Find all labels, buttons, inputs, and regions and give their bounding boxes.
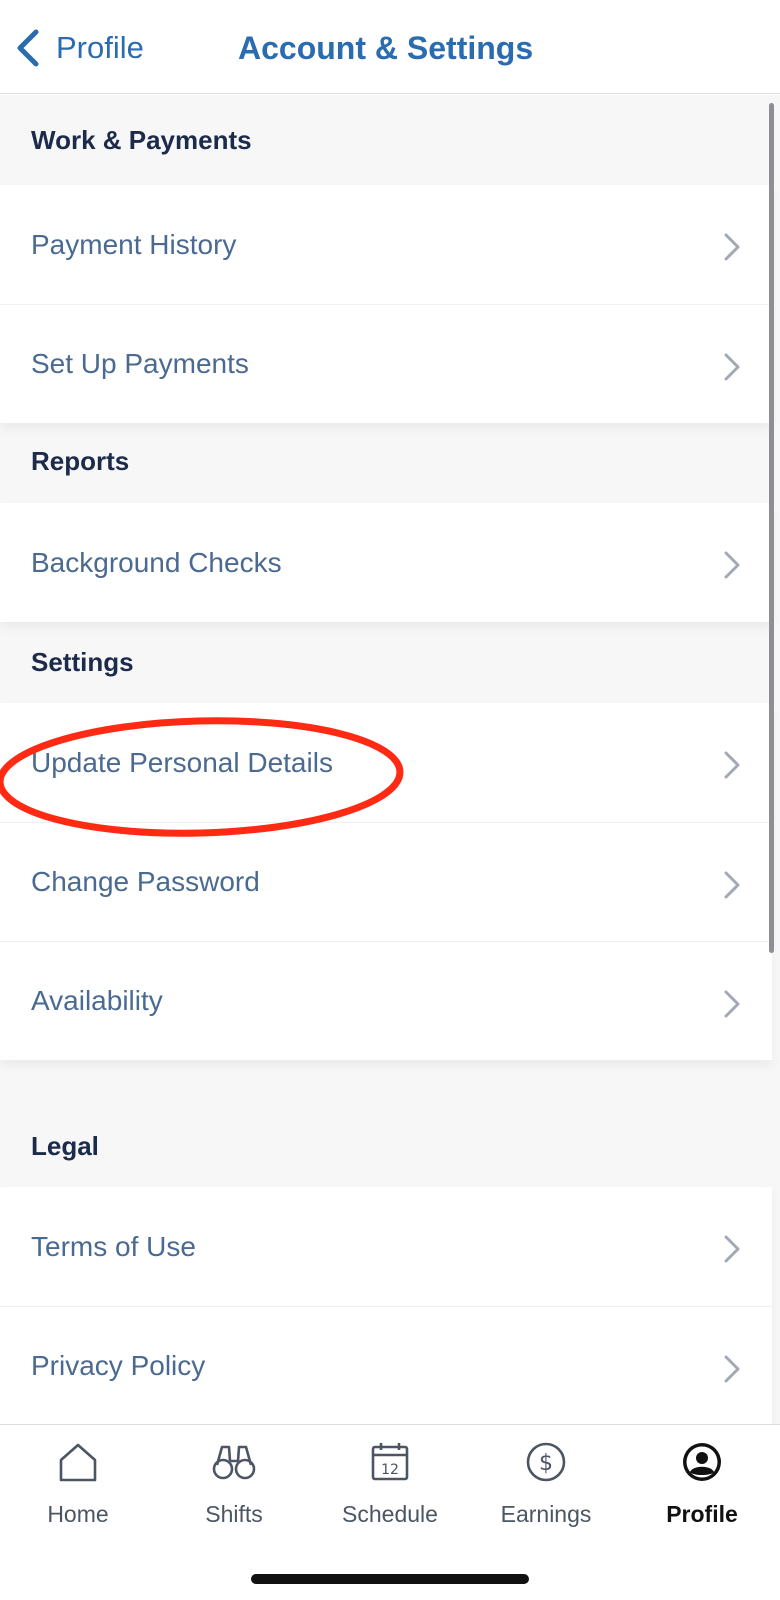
row-payment-history[interactable]: Payment History — [0, 185, 772, 304]
chevron-right-icon — [724, 233, 740, 261]
group-reports: Background Checks — [0, 503, 772, 622]
nav-header: Profile Account & Settings — [0, 0, 780, 94]
tab-earnings[interactable]: $ Earnings — [468, 1439, 624, 1549]
tab-shifts[interactable]: Shifts — [156, 1439, 312, 1549]
row-availability[interactable]: Availability — [0, 941, 772, 1060]
svg-text:12: 12 — [381, 1462, 399, 1478]
back-button[interactable]: Profile — [12, 22, 144, 74]
tab-profile[interactable]: Profile — [624, 1439, 780, 1549]
chevron-right-icon — [724, 751, 740, 779]
row-label: Set Up Payments — [31, 348, 249, 379]
chevron-right-icon — [724, 353, 740, 381]
row-label: Availability — [31, 985, 163, 1016]
row-label: Update Personal Details — [31, 746, 333, 778]
page-title: Account & Settings — [238, 30, 534, 66]
profile-icon — [683, 1443, 721, 1481]
chevron-right-icon — [724, 1355, 740, 1383]
row-background-checks[interactable]: Background Checks — [0, 503, 772, 622]
row-label: Payment History — [31, 228, 237, 260]
section-header-work-payments: Work & Payments — [31, 124, 252, 155]
tab-label: Shifts — [205, 1501, 263, 1527]
chevron-right-icon — [724, 990, 740, 1018]
group-legal: Terms of Use Privacy Policy — [0, 1187, 772, 1425]
chevron-right-icon — [724, 871, 740, 899]
tab-home[interactable]: Home — [0, 1439, 156, 1549]
chevron-right-icon — [724, 1235, 740, 1263]
row-change-password[interactable]: Change Password — [0, 822, 772, 941]
row-terms-of-use[interactable]: Terms of Use — [0, 1187, 772, 1306]
row-label: Privacy Policy — [31, 1350, 206, 1381]
section-header-reports: Reports — [31, 446, 130, 476]
row-set-up-payments[interactable]: Set Up Payments — [0, 304, 772, 423]
tab-label: Schedule — [342, 1501, 438, 1527]
svg-text:$: $ — [539, 1451, 553, 1476]
back-button-label: Profile — [56, 30, 144, 65]
calendar-icon: 12 — [371, 1443, 409, 1481]
group-work-payments: Payment History Set Up Payments — [0, 185, 772, 423]
binoculars-icon — [212, 1445, 256, 1480]
row-label: Background Checks — [31, 546, 282, 578]
tab-schedule[interactable]: 12 Schedule — [312, 1439, 468, 1549]
row-privacy-policy[interactable]: Privacy Policy — [0, 1306, 772, 1425]
chevron-left-icon — [17, 29, 39, 67]
tab-label: Home — [47, 1501, 109, 1527]
settings-list[interactable]: Work & Payments Payment History Set Up P… — [0, 95, 780, 1425]
dollar-circle-icon: $ — [526, 1442, 566, 1482]
home-indicator — [251, 1574, 529, 1584]
group-settings: Update Personal Details Change Password … — [0, 703, 772, 1060]
home-icon — [59, 1443, 97, 1482]
scrollbar[interactable] — [769, 103, 774, 953]
row-update-personal-details[interactable]: Update Personal Details — [0, 703, 772, 822]
chevron-right-icon — [724, 551, 740, 579]
tab-label: Profile — [666, 1501, 738, 1527]
account-settings-screen: Profile Account & Settings Work & Paymen… — [0, 0, 780, 1600]
row-label: Terms of Use — [31, 1230, 196, 1262]
section-header-settings: Settings — [31, 646, 134, 677]
row-label: Change Password — [31, 866, 260, 897]
tab-label: Earnings — [500, 1501, 592, 1527]
section-header-legal: Legal — [31, 1130, 99, 1161]
